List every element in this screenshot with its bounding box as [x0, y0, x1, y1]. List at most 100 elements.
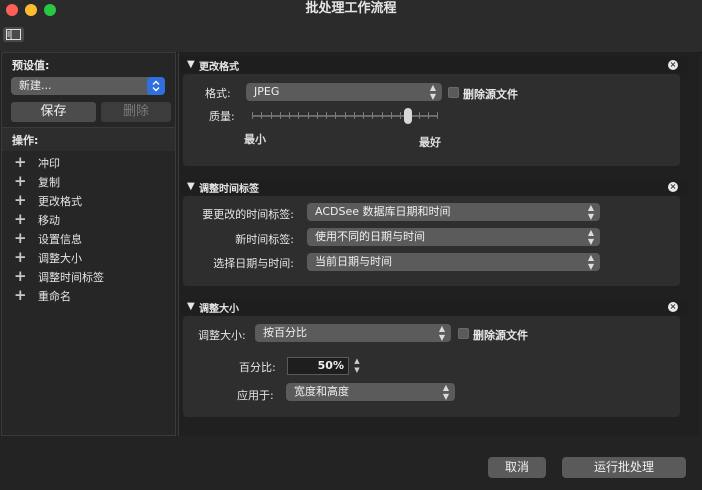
section-header-resize: ▼ 调整大小 × — [180, 299, 688, 315]
cancel-button[interactable]: 取消 — [488, 457, 546, 478]
apply-to-select[interactable]: 宽度和高度 ▲ ▼ — [286, 383, 455, 401]
new-time-select[interactable]: 使用不同的日期与时间 ▲ ▼ — [307, 228, 600, 246]
operations-label: 操作: — [12, 134, 39, 147]
plus-icon: + — [14, 229, 27, 247]
new-time-value: 使用不同的日期与时间 — [315, 230, 425, 243]
operation-label: 调整时间标签 — [38, 271, 104, 284]
quality-min-label: 最小 — [244, 133, 266, 146]
apply-to-value: 宽度和高度 — [294, 385, 349, 398]
plus-icon: + — [14, 267, 27, 285]
change-time-label: 要更改的时间标签: — [202, 208, 294, 221]
slider-tick — [326, 112, 327, 119]
popup-arrows-icon: ▲ ▼ — [442, 383, 449, 401]
popup-arrows-icon: ▲ ▼ — [587, 228, 594, 246]
disclosure-triangle-icon[interactable]: ▼ — [187, 301, 195, 312]
slider-tick — [261, 112, 262, 119]
popup-arrows-icon: ▲ ▼ — [438, 324, 445, 342]
section-title: 更改格式 — [199, 62, 239, 73]
section-title: 调整时间标签 — [199, 184, 259, 195]
quality-label: 质量: — [209, 110, 235, 123]
slider-tick — [372, 112, 373, 119]
operation-label: 更改格式 — [38, 195, 82, 208]
operation-item-adjust-time[interactable]: + 调整时间标签 — [14, 267, 104, 285]
operation-item-rename[interactable]: + 重命名 — [14, 286, 71, 304]
resize-mode-value: 按百分比 — [263, 326, 307, 339]
change-time-select[interactable]: ACDSee 数据库日期和时间 ▲ ▼ — [307, 203, 600, 221]
operation-label: 冲印 — [38, 157, 60, 170]
quality-max-label: 最好 — [419, 136, 441, 149]
format-label: 格式: — [205, 87, 231, 100]
sidebar-toggle-button[interactable] — [3, 27, 24, 42]
operation-item-resize[interactable]: + 调整大小 — [14, 248, 82, 266]
preset-value: 新建... — [19, 79, 52, 92]
close-icon[interactable]: × — [668, 302, 678, 312]
preset-select[interactable]: 新建... — [11, 77, 165, 95]
plus-icon: + — [14, 191, 27, 209]
slider-tick — [308, 112, 309, 119]
run-batch-button[interactable]: 运行批处理 — [562, 457, 686, 478]
popup-arrows-icon: ▲ ▼ — [587, 203, 594, 221]
slider-tick — [437, 112, 438, 119]
popup-arrows-icon: ▲ ▼ — [587, 253, 594, 271]
select-datetime-select[interactable]: 当前日期与时间 ▲ ▼ — [307, 253, 600, 271]
operation-item-print[interactable]: + 冲印 — [14, 153, 60, 171]
toolbar — [0, 20, 702, 53]
format-select[interactable]: JPEG ▲ ▼ — [246, 83, 442, 101]
slider-tick — [289, 112, 290, 119]
plus-icon: + — [14, 286, 27, 304]
percent-label: 百分比: — [239, 361, 276, 374]
resize-mode-label: 调整大小: — [198, 329, 246, 342]
slider-tick — [298, 112, 299, 119]
delete-source-label: 删除源文件 — [463, 88, 518, 101]
slider-tick — [317, 112, 318, 119]
plus-icon: + — [14, 210, 27, 228]
save-preset-button[interactable]: 保存 — [11, 102, 96, 122]
operation-label: 复制 — [38, 176, 60, 189]
change-time-value: ACDSee 数据库日期和时间 — [315, 205, 451, 218]
operation-label: 重命名 — [38, 290, 71, 303]
delete-preset-button[interactable]: 删除 — [101, 102, 171, 122]
disclosure-triangle-icon[interactable]: ▼ — [187, 181, 195, 192]
percent-stepper[interactable]: ▲ ▼ — [352, 357, 362, 375]
section-header-adjust-time: ▼ 调整时间标签 × — [180, 179, 688, 195]
operation-label: 设置信息 — [38, 233, 82, 246]
section-header-change-format: ▼ 更改格式 × — [180, 57, 688, 73]
slider-tick — [335, 112, 336, 119]
percent-input[interactable]: 50% — [287, 357, 349, 375]
operation-label: 调整大小 — [38, 252, 82, 265]
apply-to-label: 应用于: — [237, 389, 274, 402]
close-icon[interactable]: × — [668, 60, 678, 70]
close-icon[interactable]: × — [668, 182, 678, 192]
quality-slider-knob[interactable] — [404, 108, 412, 124]
slider-tick — [382, 112, 383, 119]
slider-tick — [400, 112, 401, 119]
slider-tick — [391, 112, 392, 119]
operation-item-set-info[interactable]: + 设置信息 — [14, 229, 82, 247]
new-time-label: 新时间标签: — [235, 233, 294, 246]
preset-label: 预设值: — [12, 59, 50, 72]
delete-source-checkbox[interactable] — [448, 87, 459, 98]
resize-delete-source-label: 删除源文件 — [473, 329, 528, 342]
operation-item-copy[interactable]: + 复制 — [14, 172, 60, 190]
slider-tick — [271, 112, 272, 119]
disclosure-triangle-icon[interactable]: ▼ — [187, 59, 195, 70]
plus-icon: + — [14, 248, 27, 266]
format-value: JPEG — [254, 85, 280, 98]
operation-item-move[interactable]: + 移动 — [14, 210, 60, 228]
popup-arrows-icon: ▲ ▼ — [429, 83, 436, 101]
operation-label: 移动 — [38, 214, 60, 227]
resize-delete-source-checkbox[interactable] — [458, 328, 469, 339]
resize-mode-select[interactable]: 按百分比 ▲ ▼ — [255, 324, 451, 342]
select-datetime-value: 当前日期与时间 — [315, 255, 392, 268]
window-title: 批处理工作流程 — [305, 1, 397, 16]
slider-tick — [363, 112, 364, 119]
slider-tick — [345, 112, 346, 119]
select-datetime-label: 选择日期与时间: — [213, 257, 294, 270]
slider-tick — [428, 112, 429, 119]
operation-item-change-format[interactable]: + 更改格式 — [14, 191, 82, 209]
popup-arrows-icon — [147, 77, 165, 95]
slider-tick — [354, 112, 355, 119]
slider-tick — [280, 112, 281, 119]
slider-tick — [252, 112, 253, 119]
sidebar-icon — [6, 29, 21, 40]
